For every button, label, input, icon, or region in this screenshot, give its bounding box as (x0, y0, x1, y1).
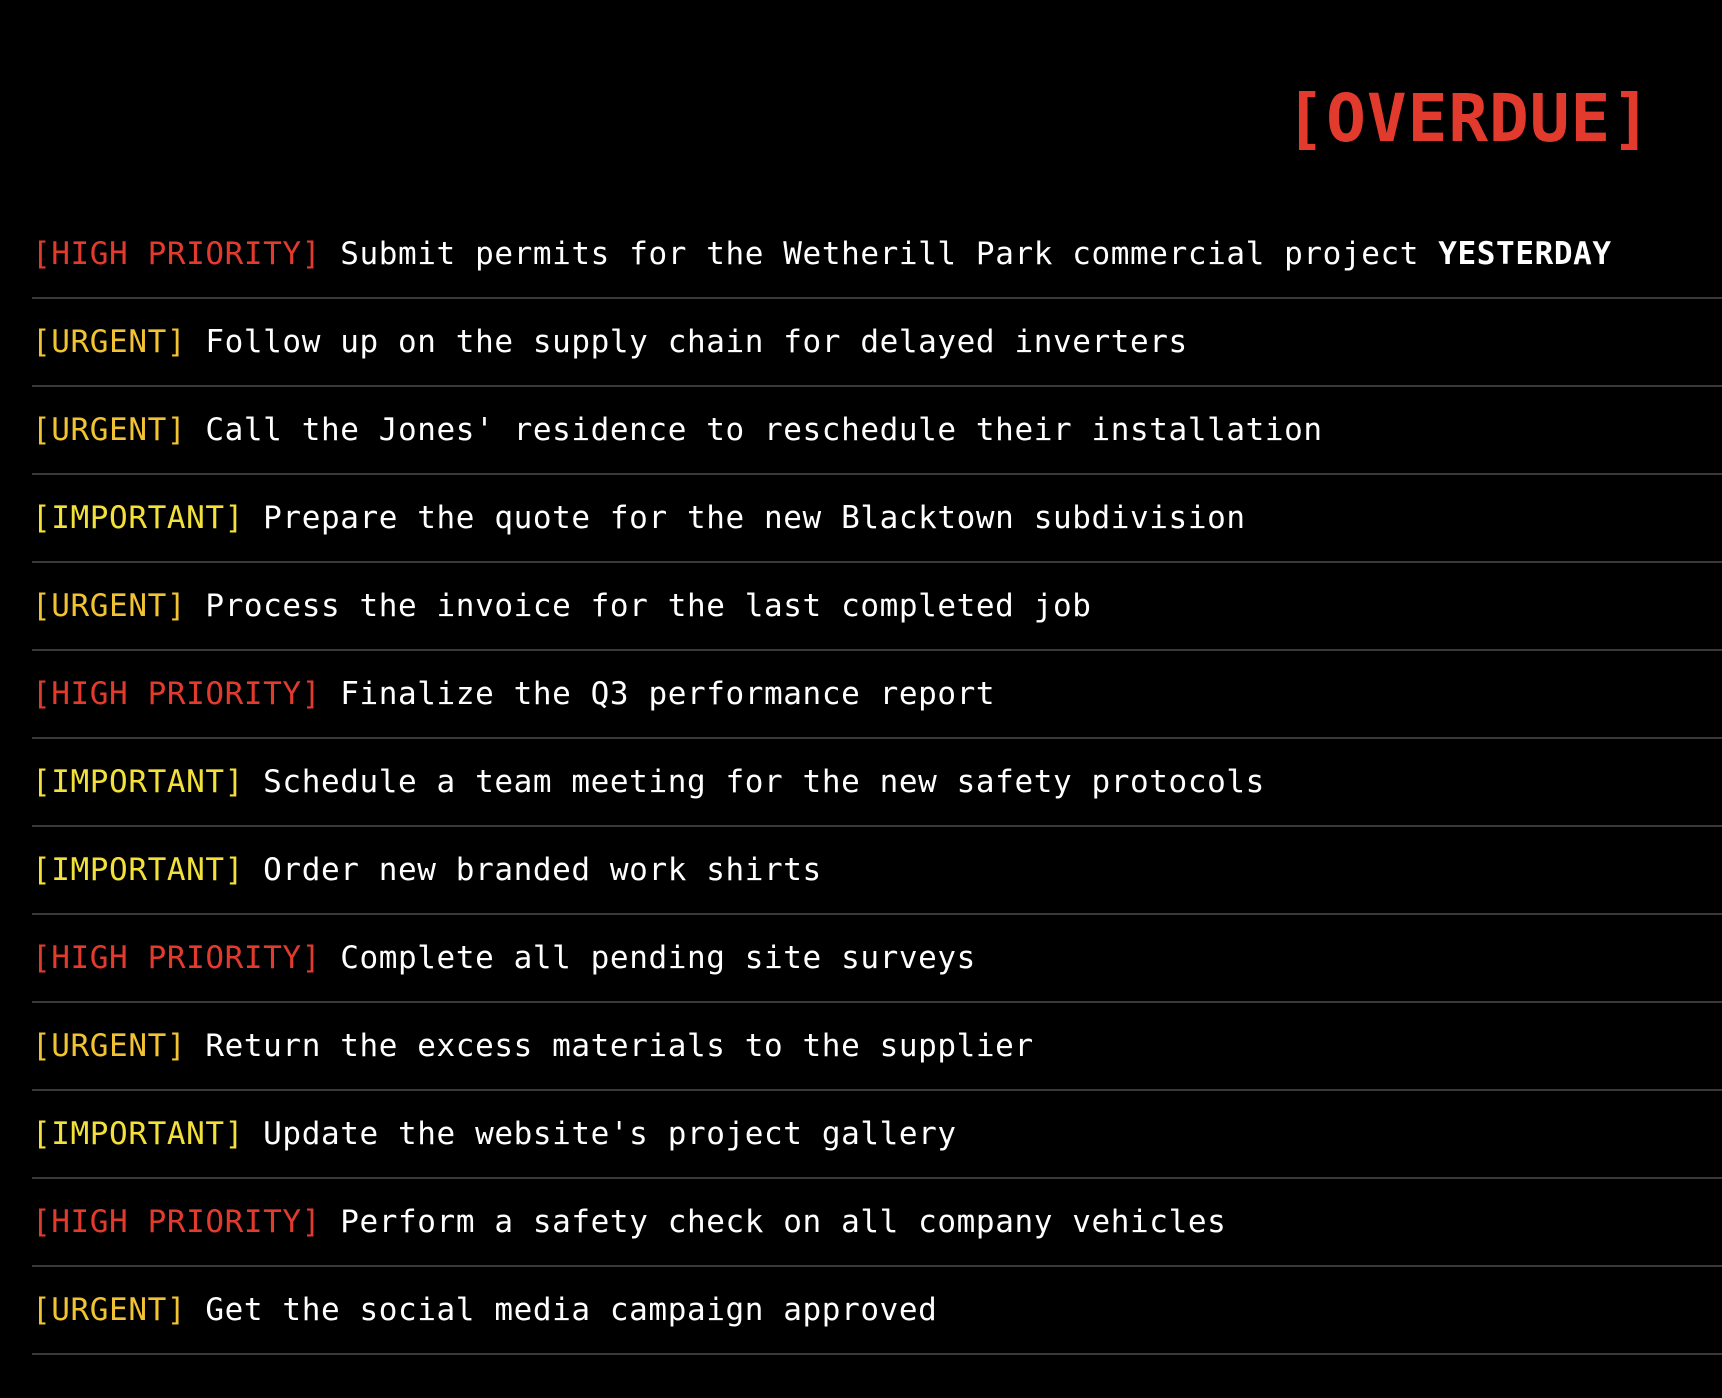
task-text: Follow up on the supply chain for delaye… (205, 324, 1188, 360)
priority-tag: [IMPORTANT] (32, 764, 244, 800)
task-text: Complete all pending site surveys (340, 940, 976, 976)
task-text: Call the Jones' residence to reschedule … (205, 412, 1323, 448)
task-row[interactable]: [IMPORTANT] Update the website's project… (32, 1091, 1722, 1179)
priority-tag: [IMPORTANT] (32, 852, 244, 888)
task-line: [IMPORTANT] Update the website's project… (32, 1117, 957, 1151)
task-line: [URGENT] Process the invoice for the las… (32, 589, 1092, 623)
task-text: Perform a safety check on all company ve… (340, 1204, 1227, 1240)
task-text: Return the excess materials to the suppl… (205, 1028, 1034, 1064)
task-text: Get the social media campaign approved (205, 1292, 938, 1328)
priority-tag: [HIGH PRIORITY] (32, 1204, 321, 1240)
task-line: [HIGH PRIORITY] Finalize the Q3 performa… (32, 677, 995, 711)
task-row[interactable]: [URGENT] Follow up on the supply chain f… (32, 299, 1722, 387)
task-emphasis: YESTERDAY (1438, 236, 1612, 272)
priority-tag: [HIGH PRIORITY] (32, 236, 321, 272)
task-row[interactable]: [HIGH PRIORITY] Complete all pending sit… (32, 915, 1722, 1003)
task-row[interactable]: [URGENT] Process the invoice for the las… (32, 563, 1722, 651)
task-line: [IMPORTANT] Prepare the quote for the ne… (32, 501, 1246, 535)
task-text: Update the website's project gallery (263, 1116, 957, 1152)
task-text: Schedule a team meeting for the new safe… (263, 764, 1265, 800)
task-row[interactable]: [IMPORTANT] Prepare the quote for the ne… (32, 475, 1722, 563)
task-line: [URGENT] Call the Jones' residence to re… (32, 413, 1323, 447)
task-text: Process the invoice for the last complet… (205, 588, 1092, 624)
task-text: Order new branded work shirts (263, 852, 822, 888)
task-row[interactable]: [URGENT] Get the social media campaign a… (32, 1267, 1722, 1355)
task-line: [HIGH PRIORITY] Perform a safety check o… (32, 1205, 1226, 1239)
task-row[interactable]: [IMPORTANT] Schedule a team meeting for … (32, 739, 1722, 827)
task-line: [URGENT] Get the social media campaign a… (32, 1293, 937, 1327)
priority-tag: [HIGH PRIORITY] (32, 676, 321, 712)
task-text: Submit permits for the Wetherill Park co… (340, 236, 1419, 272)
task-text: Finalize the Q3 performance report (340, 676, 996, 712)
task-line: [URGENT] Return the excess materials to … (32, 1029, 1034, 1063)
task-row[interactable]: [URGENT] Call the Jones' residence to re… (32, 387, 1722, 475)
priority-tag: [URGENT] (32, 412, 187, 448)
priority-tag: [IMPORTANT] (32, 1116, 244, 1152)
priority-tag: [URGENT] (32, 1292, 187, 1328)
priority-tag: [URGENT] (32, 1028, 187, 1064)
task-row[interactable]: [HIGH PRIORITY] Perform a safety check o… (32, 1179, 1722, 1267)
overdue-heading: [OVERDUE] (1285, 80, 1652, 157)
task-text: Prepare the quote for the new Blacktown … (263, 500, 1246, 536)
task-line: [URGENT] Follow up on the supply chain f… (32, 325, 1188, 359)
task-row[interactable]: [HIGH PRIORITY] Submit permits for the W… (32, 211, 1722, 299)
task-line: [IMPORTANT] Order new branded work shirt… (32, 853, 822, 887)
task-line: [HIGH PRIORITY] Submit permits for the W… (32, 237, 1612, 271)
priority-tag: [URGENT] (32, 324, 187, 360)
task-line: [IMPORTANT] Schedule a team meeting for … (32, 765, 1265, 799)
priority-tag: [IMPORTANT] (32, 500, 244, 536)
task-line: [HIGH PRIORITY] Complete all pending sit… (32, 941, 976, 975)
task-row[interactable]: [IMPORTANT] Order new branded work shirt… (32, 827, 1722, 915)
task-row[interactable]: [URGENT] Return the excess materials to … (32, 1003, 1722, 1091)
priority-tag: [HIGH PRIORITY] (32, 940, 321, 976)
task-list: [HIGH PRIORITY] Submit permits for the W… (32, 211, 1722, 1355)
priority-tag: [URGENT] (32, 588, 187, 624)
task-row[interactable]: [HIGH PRIORITY] Finalize the Q3 performa… (32, 651, 1722, 739)
